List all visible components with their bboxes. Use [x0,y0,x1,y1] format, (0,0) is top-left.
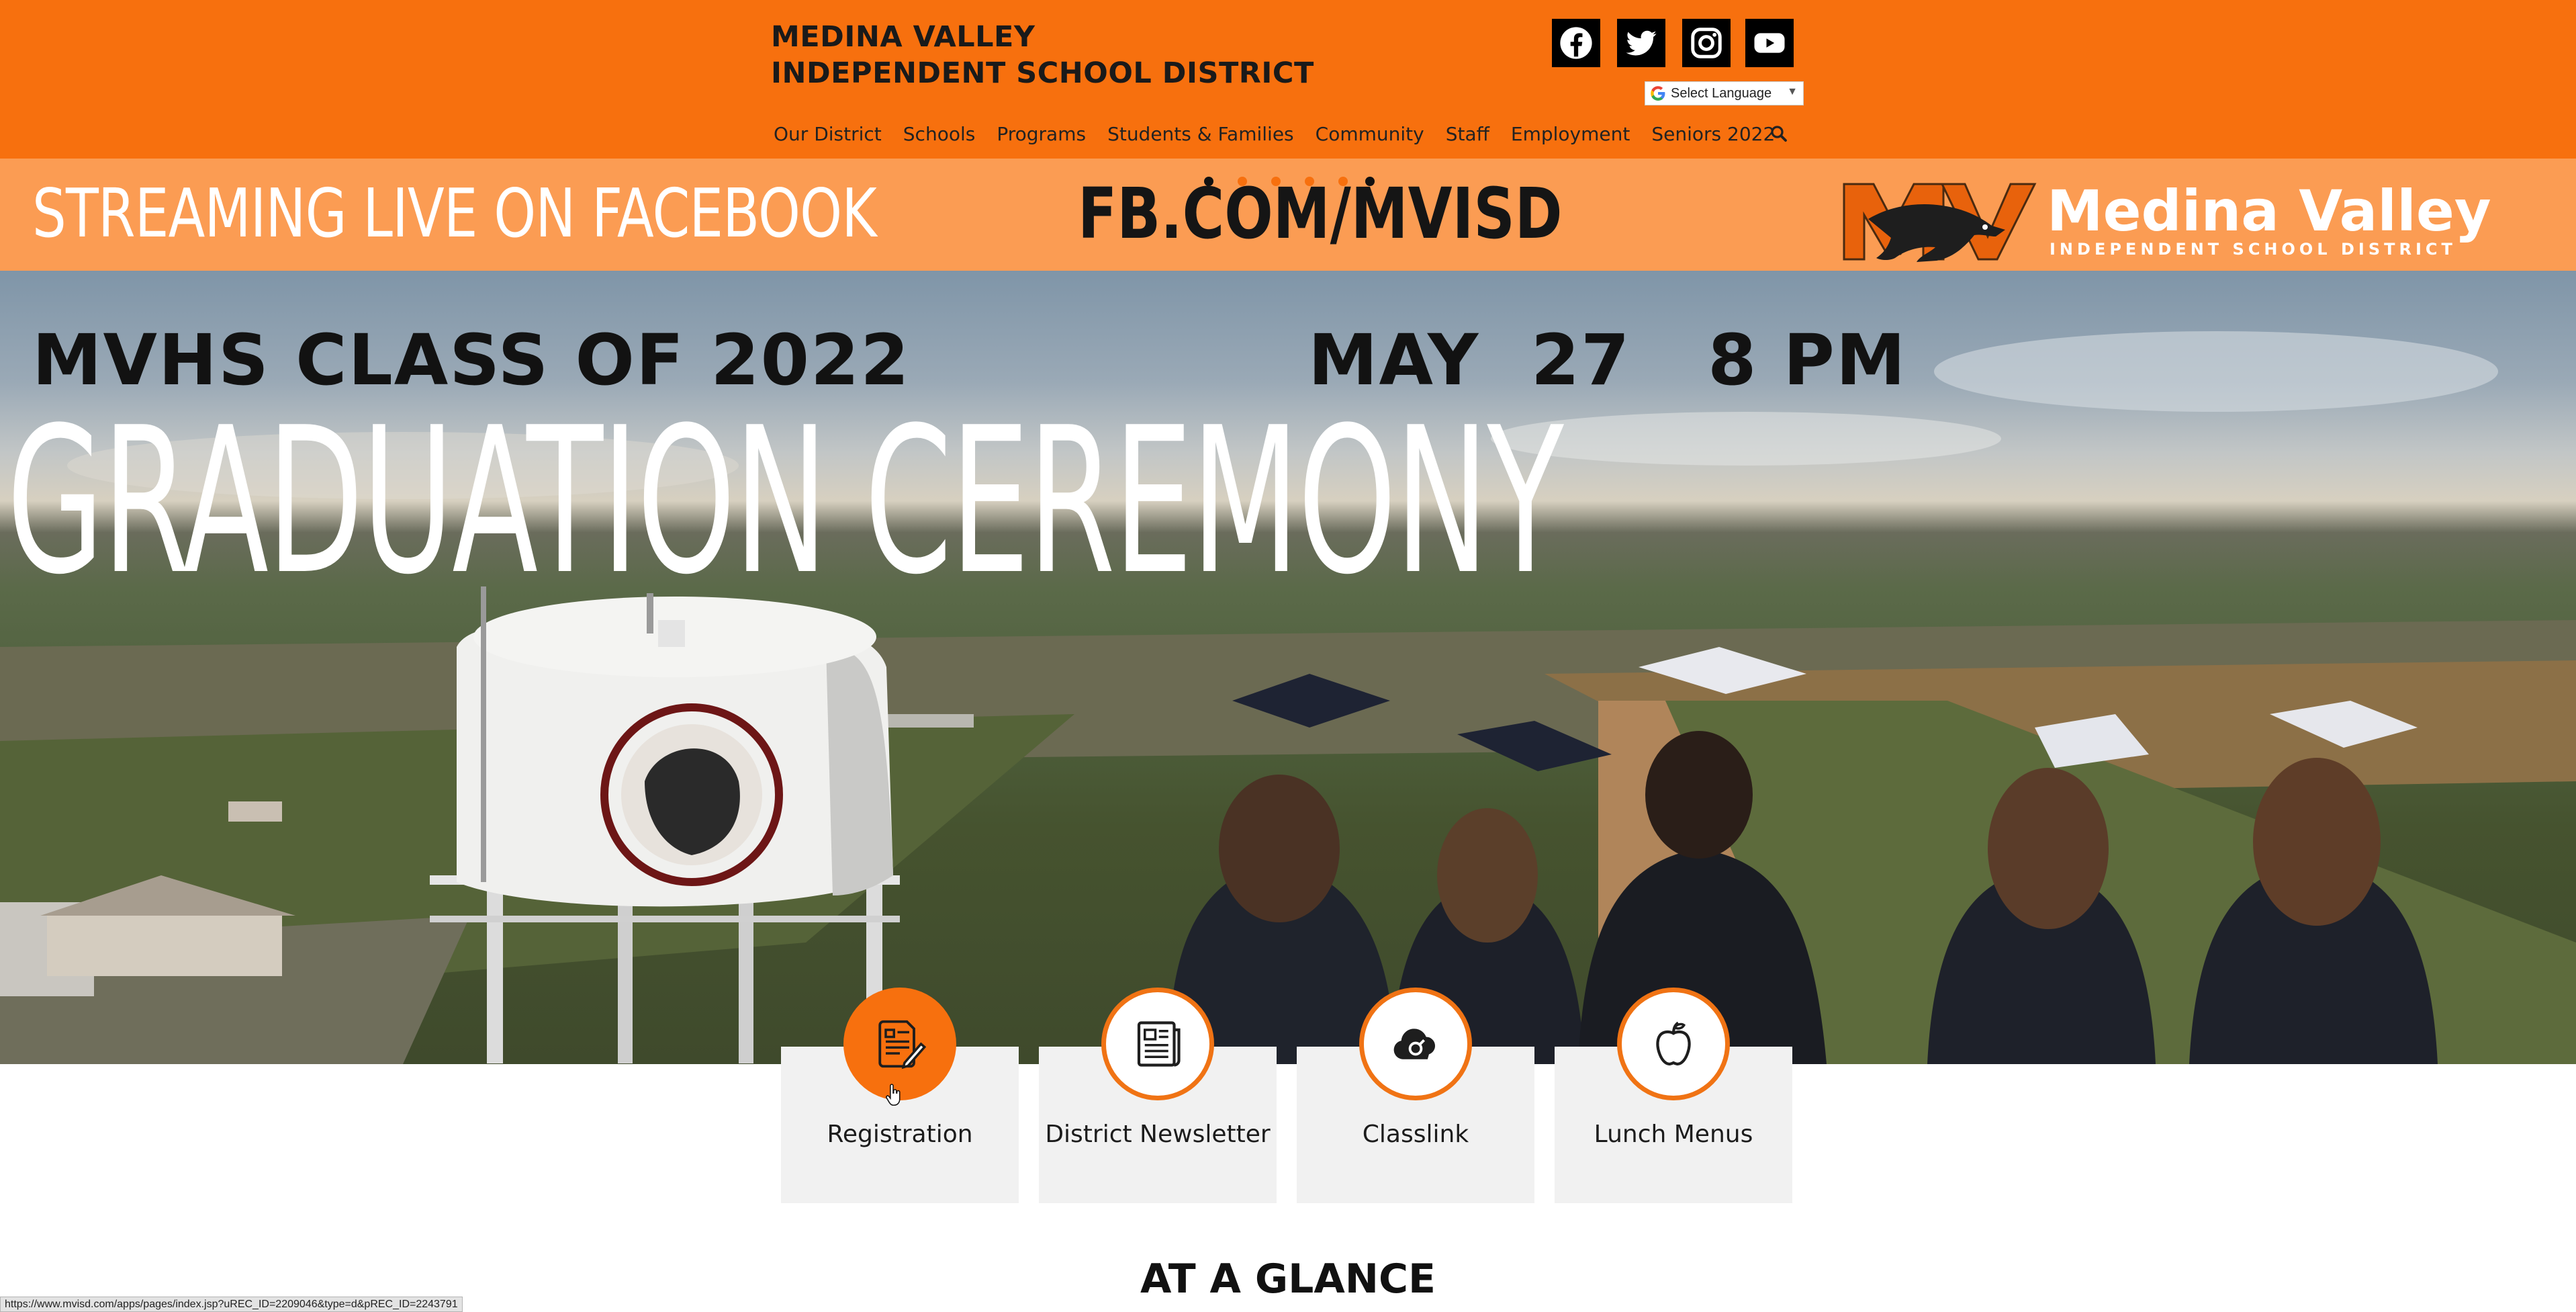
quicklink-label: Classlink [1362,1121,1469,1148]
nav-seniors-2022[interactable]: Seniors 2022 [1651,123,1775,145]
dropdown-arrow-icon: ▼ [1787,86,1798,97]
panther-logo [1843,183,2037,262]
google-icon [1651,86,1665,101]
site-header: MEDINA VALLEY INDEPENDENT SCHOOL DISTRIC… [0,0,2576,159]
logo-name: Medina Valley [2047,178,2491,244]
district-name[interactable]: MEDINA VALLEY INDEPENDENT SCHOOL DISTRIC… [771,19,1314,91]
nav-our-district[interactable]: Our District [774,123,882,145]
twitter-icon [1626,30,1657,56]
district-name-line1: MEDINA VALLEY [771,20,1036,54]
language-select[interactable]: Select Language ▼ [1645,81,1804,105]
hero-banner[interactable]: MVHS CLASS OF 2022 MAY 27 8 PM GRADUATIO… [0,271,2576,1064]
browser-status-url: https://www.mvisd.com/apps/pages/index.j… [0,1297,463,1312]
loading-dots-decoration [1204,177,1375,186]
nav-schools[interactable]: Schools [903,123,976,145]
youtube-icon [1754,33,1785,53]
cloud-link-icon [1393,1029,1435,1059]
district-name-line2: INDEPENDENT SCHOOL DISTRICT [771,56,1314,90]
quicklink-label: Registration [827,1121,973,1148]
facebook-link[interactable] [1552,19,1600,67]
newsletter-icon-circle[interactable] [1101,988,1214,1100]
quicklink-registration[interactable]: Registration [781,988,1019,1203]
quicklink-label: Lunch Menus [1594,1121,1753,1148]
registration-icon [878,1020,927,1069]
logo-subtitle: INDEPENDENT SCHOOL DISTRICT [2050,240,2456,259]
streaming-banner[interactable]: STREAMING LIVE ON FACEBOOK FB.COM/MVISD … [0,159,2576,271]
search-icon[interactable] [1769,124,1789,144]
hero-title: GRADUATION CEREMONY [7,384,1564,619]
newsletter-icon [1137,1021,1181,1067]
lunch-icon-circle[interactable] [1617,988,1730,1100]
nav-staff[interactable]: Staff [1446,123,1489,145]
nav-employment[interactable]: Employment [1511,123,1630,145]
nav-students-families[interactable]: Students & Families [1107,123,1294,145]
streaming-text: STREAMING LIVE ON FACEBOOK [32,174,877,253]
hand-cursor-icon [886,1084,901,1106]
nav-community[interactable]: Community [1316,123,1424,145]
youtube-link[interactable] [1745,19,1794,67]
quicklink-district-newsletter[interactable]: District Newsletter [1039,988,1277,1203]
quicklink-lunch-menus[interactable]: Lunch Menus [1555,988,1792,1203]
facebook-icon [1560,27,1592,59]
main-nav: Our District Schools Programs Students &… [774,119,1775,148]
instagram-link[interactable] [1682,19,1731,67]
quicklink-label: District Newsletter [1045,1121,1271,1148]
nav-programs[interactable]: Programs [997,123,1086,145]
language-select-label: Select Language [1671,85,1772,101]
twitter-link[interactable] [1617,19,1665,67]
instagram-icon [1691,28,1722,58]
classlink-icon-circle[interactable] [1359,988,1472,1100]
quicklink-classlink[interactable]: Classlink [1297,988,1534,1203]
apple-icon [1656,1021,1691,1065]
